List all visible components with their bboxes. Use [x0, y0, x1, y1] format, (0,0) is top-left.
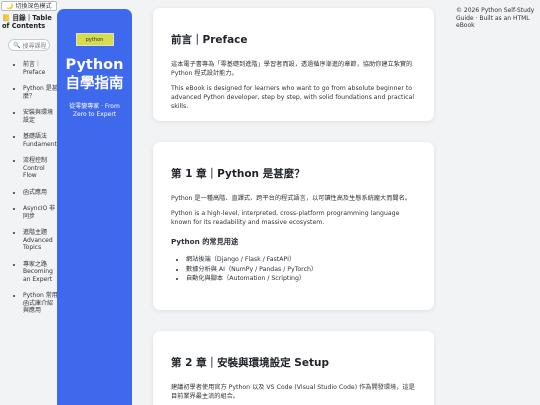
toc-list: 前言｜Preface Python 是甚麼？ 安裝與環境設定 基礎語法 Fund… [0, 61, 65, 315]
toc-item-asyncio[interactable]: AsyncIO 非同步 [0, 205, 58, 220]
section-paragraph: 建議初學者使用官方 Python 以及 VS Code (Visual Stud… [171, 384, 415, 400]
search-icon: 🔍 [13, 41, 21, 49]
toc-item-control-flow[interactable]: 流程控制 Control Flow [0, 157, 58, 180]
toc-item-fundamentals[interactable]: 基礎語法 Fundamentals [0, 133, 65, 148]
section-preface: 前言｜Preface 這本電子書專為「零基礎到進階」學習者而設，透過循序漸進的章… [153, 8, 434, 121]
section-chapter-2: 第 2 章｜安裝與環境設定 Setup 建議初學者使用官方 Python 以及 … [153, 331, 434, 405]
toc-title: 📒 目錄｜Table of Contents [0, 14, 58, 30]
list-item: 網站後端（Django / Flask / FastAPI） [186, 255, 415, 265]
section-subheading: Python 的常見用途 [171, 237, 239, 246]
toc-item-expert[interactable]: 專家之路 Becoming an Expert [0, 261, 58, 284]
hero-title: Python 自學指南 [65, 57, 124, 92]
toc-item-preface[interactable]: 前言｜Preface [0, 61, 58, 76]
section-title: 第 2 章｜安裝與環境設定 Setup [171, 357, 329, 369]
list-item: 數據分析與 AI（NumPy / Pandas / PyTorch） [186, 265, 415, 275]
section-paragraph: 這本電子書專為「零基礎到進階」學習者而設，透過循序漸進的章節，協助你建立紮實的 … [171, 61, 413, 77]
python-logo: python [75, 33, 114, 46]
hero-subtitle: 從零變專家 · From Zero to Expert [69, 103, 120, 118]
section-paragraph: Python 是一種高階、直譯式、跨平台的程式語言，以可讀性高及生態系統龐大而聞… [171, 195, 411, 202]
section-paragraph: This eBook is designed for learners who … [171, 85, 415, 110]
toc-item-libraries[interactable]: Python 常用函式庫介紹與應用 [0, 292, 58, 315]
hero-banner: python Python 自學指南 從零變專家 · From Zero to … [57, 9, 132, 405]
toc-item-what-is-python[interactable]: Python 是甚麼？ [0, 85, 58, 100]
section-title: 前言｜Preface [171, 34, 248, 46]
theme-toggle-button[interactable]: 🌙 切換深色模式 [1, 1, 57, 11]
search-placeholder: 搜尋課程 [22, 42, 47, 50]
moon-icon: 🌙 [6, 2, 14, 10]
theme-toggle-label: 切換深色模式 [15, 2, 52, 10]
search-input[interactable]: 🔍 搜尋課程 [8, 39, 50, 51]
toc-title-text: 目錄｜Table of Contents [2, 14, 52, 30]
toc-sidebar: 📒 目錄｜Table of Contents 🔍 搜尋課程 前言｜Preface… [0, 14, 65, 405]
book-icon: 📒 [2, 14, 11, 22]
list-item: 自動化與腳本（Automation / Scripting） [186, 274, 415, 284]
toc-item-functions[interactable]: 函式應用 [0, 189, 58, 197]
toc-item-setup[interactable]: 安裝與環境設定 [0, 109, 58, 124]
section-chapter-1: 第 1 章｜Python 是甚麼？ Python 是一種高階、直譯式、跨平台的程… [153, 142, 434, 310]
footer-note: © 2026 Python Self-Study Guide · Built a… [456, 7, 535, 29]
section-title: 第 1 章｜Python 是甚麼？ [171, 168, 305, 180]
section-paragraph: Python is a high-level, interpreted, cro… [171, 210, 400, 226]
usage-list: 網站後端（Django / Flask / FastAPI） 數據分析與 AI（… [171, 255, 415, 284]
toc-item-advanced[interactable]: 進階主題 Advanced Topics [0, 229, 58, 252]
